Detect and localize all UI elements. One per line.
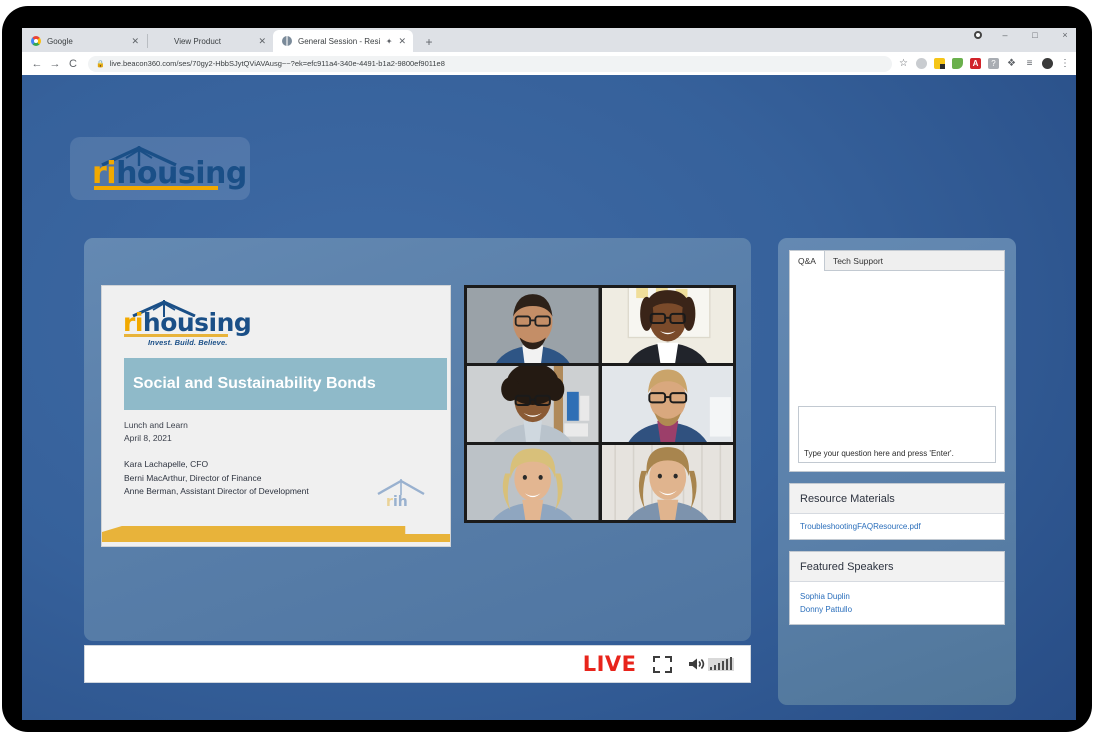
slide-brand-logo: rihousing Invest. Build. Believe. (118, 300, 242, 348)
slide-title-band: Social and Sustainability Bonds (124, 358, 447, 410)
grey-circle-icon[interactable] (916, 58, 927, 69)
resource-materials-body: TroubleshootingFAQResource.pdf (790, 514, 1004, 539)
slide-presenters: Kara Lachapelle, CFO Berni MacArthur, Di… (124, 458, 309, 499)
logo-housing-text: housing (143, 308, 251, 337)
slide-accent-bar (102, 526, 450, 542)
volume-control[interactable] (688, 657, 735, 671)
logo-underline (124, 334, 228, 337)
qa-input-placeholder: Type your question here and press 'Enter… (799, 449, 954, 462)
adobe-pdf-icon[interactable]: A (970, 58, 981, 69)
webinar-page: rihousing rihousing (22, 75, 1076, 720)
video-tile[interactable] (467, 366, 599, 441)
qa-question-input[interactable]: Type your question here and press 'Enter… (798, 406, 996, 463)
puzzle-icon[interactable]: ❖ (1006, 58, 1017, 69)
browser-tab-view-product[interactable]: View Product ✕ (149, 30, 273, 52)
fullscreen-icon[interactable] (653, 656, 672, 673)
reading-list-icon[interactable]: ≡ (1024, 58, 1035, 69)
maximize-button[interactable]: □ (1028, 30, 1042, 40)
qa-tab-strip: Q&A Tech Support (790, 251, 1004, 271)
video-tile[interactable] (602, 445, 734, 520)
resource-materials-card: Resource Materials TroubleshootingFAQRes… (789, 483, 1005, 540)
chrome-menu-icon[interactable]: ⋮ (1060, 58, 1068, 69)
qa-message-list (790, 271, 1004, 396)
logo-ri-text: ri (123, 308, 143, 337)
browser-window: Google ✕ View Product ✕ General Session … (22, 28, 1076, 720)
browser-tab-google[interactable]: Google ✕ (22, 30, 146, 52)
yellow-extension-icon[interactable] (934, 58, 945, 69)
video-tile[interactable] (602, 366, 734, 441)
slide-subtitle: Lunch and Learn April 8, 2021 (124, 419, 188, 445)
svg-text:r: r (386, 494, 393, 510)
close-window-button[interactable]: × (1058, 30, 1072, 40)
tab-title: General Session - Resilience (298, 37, 380, 46)
record-icon[interactable] (974, 31, 982, 39)
audio-indicator-icon[interactable]: ✦ (386, 37, 393, 46)
speaker-link[interactable]: Sophia Duplin (800, 590, 994, 603)
presenter-2: Berni MacArthur, Director of Finance (124, 472, 309, 486)
tab-title: View Product (174, 37, 252, 46)
signal-strength-icon (708, 658, 735, 671)
featured-speakers-card: Featured Speakers Sophia Duplin Donny Pa… (789, 551, 1005, 625)
reload-button[interactable]: C (64, 58, 82, 70)
logo-underline (94, 186, 218, 190)
back-button[interactable]: ← (28, 58, 46, 70)
presentation-slide: rihousing Invest. Build. Believe. Social… (101, 285, 451, 547)
featured-speakers-body: Sophia Duplin Donny Pattullo (790, 582, 1004, 624)
globe-icon (282, 36, 292, 46)
close-icon[interactable]: ✕ (398, 37, 406, 46)
extension-toolbar: ☆ A ? ❖ ≡ ⋮ (898, 58, 1070, 69)
url-text: live.beacon360.com/ses/70gy2-HbbSJytQViA… (110, 59, 445, 68)
video-participant-grid[interactable] (464, 285, 736, 523)
watermark-logo-icon: r ih (374, 478, 428, 514)
svg-text:ih: ih (393, 494, 408, 510)
video-tile[interactable] (467, 445, 599, 520)
live-status-badge: LIVE (583, 652, 637, 676)
tab-title: Google (47, 37, 125, 46)
address-bar[interactable]: 🔒 live.beacon360.com/ses/70gy2-HbbSJytQV… (88, 56, 892, 72)
slide-date: April 8, 2021 (124, 432, 188, 445)
blank-icon (158, 36, 168, 46)
slide-title: Social and Sustainability Bonds (124, 374, 376, 394)
star-icon[interactable]: ☆ (898, 58, 909, 69)
browser-tab-general-session[interactable]: General Session - Resilience ✦ ✕ (273, 30, 413, 52)
speaker-icon[interactable] (688, 657, 705, 671)
resource-materials-heading: Resource Materials (790, 484, 1004, 514)
close-icon[interactable]: ✕ (131, 37, 139, 46)
tab-divider (147, 34, 148, 48)
video-tile[interactable] (602, 288, 734, 363)
presenter-3: Anne Berman, Assistant Director of Devel… (124, 485, 309, 499)
google-icon (31, 36, 41, 46)
browser-toolbar: ← → C 🔒 live.beacon360.com/ses/70gy2-Hbb… (22, 52, 1076, 75)
presenter-1: Kara Lachapelle, CFO (124, 458, 309, 472)
browser-tab-strip: Google ✕ View Product ✕ General Session … (22, 28, 1076, 52)
sidebar-panel: Q&A Tech Support Type your question here… (778, 238, 1016, 705)
featured-speakers-heading: Featured Speakers (790, 552, 1004, 582)
close-icon[interactable]: ✕ (258, 37, 266, 46)
video-tile[interactable] (467, 288, 599, 363)
minimize-button[interactable]: – (998, 30, 1012, 40)
slide-event: Lunch and Learn (124, 419, 188, 432)
new-tab-button[interactable]: + (421, 35, 437, 49)
evernote-icon[interactable] (952, 58, 963, 69)
tab-qa[interactable]: Q&A (790, 251, 825, 271)
tab-tech-support[interactable]: Tech Support (825, 251, 891, 270)
device-frame: Google ✕ View Product ✕ General Session … (2, 6, 1092, 732)
player-control-bar: LIVE (84, 645, 751, 683)
window-controls: – □ × (974, 30, 1072, 40)
stage-panel: rihousing Invest. Build. Believe. Social… (84, 238, 751, 641)
qa-card: Q&A Tech Support Type your question here… (789, 250, 1005, 472)
brand-tagline: Invest. Build. Believe. (148, 338, 227, 347)
speaker-link[interactable]: Donny Pattullo (800, 603, 994, 616)
resource-file-link[interactable]: TroubleshootingFAQResource.pdf (800, 522, 994, 531)
brand-logo: rihousing (70, 137, 250, 200)
forward-button[interactable]: → (46, 58, 64, 70)
help-extension-icon[interactable]: ? (988, 58, 999, 69)
profile-avatar-icon[interactable] (1042, 58, 1053, 69)
lock-icon: 🔒 (96, 60, 105, 68)
